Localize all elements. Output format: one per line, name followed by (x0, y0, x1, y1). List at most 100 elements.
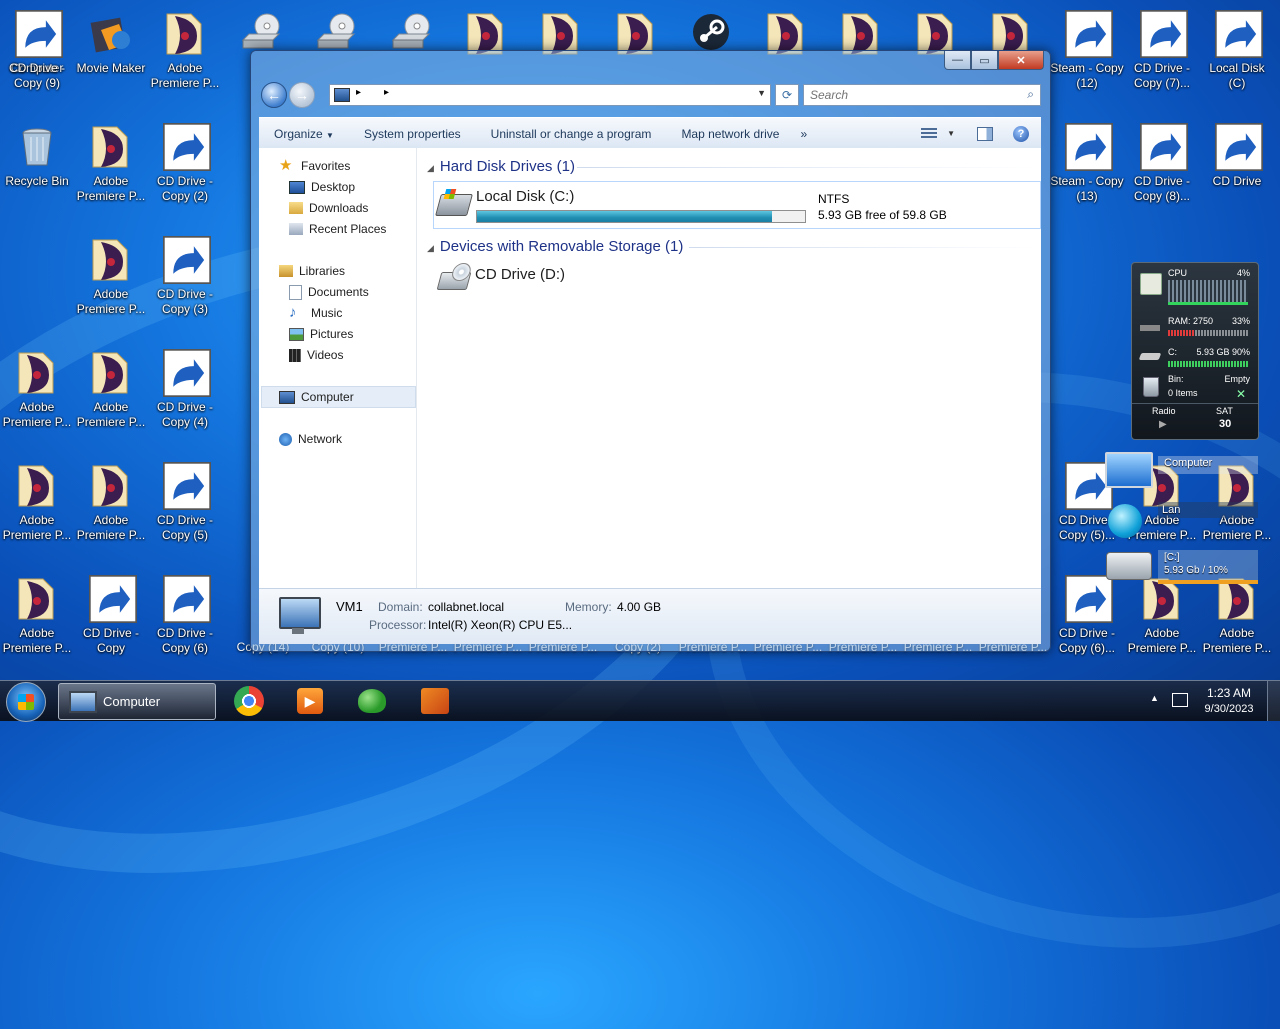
back-button[interactable]: ← (261, 82, 287, 108)
group-header-removable[interactable]: ◢ Devices with Removable Storage (1) (427, 238, 683, 255)
desktop-icon-premiere[interactable] (749, 4, 823, 55)
desktop-icon-steam[interactable]: Steam - Copy (12) (1050, 4, 1124, 104)
mini-lan-gadget[interactable]: Lan (1102, 500, 1260, 542)
desktop-icon-premiere[interactable]: Adobe Premiere P... (74, 117, 148, 217)
nav-libraries[interactable]: Libraries (279, 261, 345, 281)
desktop-icon-label: Adobe Premiere P... (76, 287, 146, 316)
cd-icon (1138, 10, 1188, 58)
desktop-icon-label: CD Drive - Copy (83, 626, 139, 655)
desktop-icon-cd[interactable]: CD Drive - Copy (74, 569, 148, 669)
minimize-button[interactable]: — (944, 51, 971, 70)
desktop-icon-movie[interactable]: Movie Maker (74, 4, 148, 104)
desktop-icon-premiere[interactable] (599, 4, 673, 55)
show-desktop-button[interactable] (1267, 681, 1280, 721)
empty-bin-icon[interactable]: ✕ (1236, 387, 1246, 401)
desktop-icon-cd[interactable]: CD Drive - Copy (2) (148, 117, 222, 217)
desktop-icon-cd[interactable]: CD Drive (1200, 117, 1274, 217)
nav-label: Desktop (311, 180, 356, 194)
desktop-icon-premiere[interactable]: Adobe Premiere P... (74, 230, 148, 330)
search-input[interactable] (804, 85, 1012, 105)
desktop-icon-label: Movie Maker (76, 61, 146, 75)
taskbar-item-computer[interactable]: Computer (58, 683, 216, 720)
desktop-icon-premiere[interactable]: Adobe Premiere P... (0, 569, 74, 669)
clock-date[interactable]: 9/30/2023 (1196, 703, 1262, 715)
more-commands-button[interactable]: » (794, 127, 813, 141)
desktop-icon-premiere[interactable]: Adobe Premiere P... (0, 343, 74, 443)
desktop-icon-premiere[interactable]: Adobe Premiere P... (148, 4, 222, 104)
map-network-drive-button[interactable]: Map network drive (666, 127, 794, 141)
desktop-icon-cd[interactable] (299, 4, 373, 54)
help-icon[interactable]: ? (1013, 125, 1029, 142)
organize-button[interactable]: Organize ▼ (259, 127, 349, 141)
desktop-icon-premiere[interactable] (974, 4, 1048, 55)
breadcrumb-separator[interactable]: ▸ (356, 87, 361, 98)
desktop-icon-cd[interactable]: CD Drive - Copy (5) (148, 456, 222, 556)
drive-d-tile[interactable]: CD Drive (D:) (433, 262, 633, 302)
breadcrumb-separator[interactable]: ▸ (384, 87, 389, 98)
nav-downloads[interactable]: Downloads (289, 198, 368, 218)
desktop-icon-cd[interactable]: CD Drive - Copy (8)... (1125, 117, 1199, 217)
system-monitor-gadget[interactable]: CPU 4% RAM: 2750 33% C: 5.93 GB 90% Bin:… (1131, 262, 1259, 440)
cpu-chip-icon (1140, 273, 1162, 295)
address-dropdown-icon[interactable]: ▼ (757, 88, 766, 98)
desktop-icon-cd[interactable] (374, 4, 448, 54)
nav-favorites[interactable]: ★ Favorites (279, 156, 350, 176)
nav-network[interactable]: Network (279, 429, 342, 449)
nav-documents[interactable]: Documents (289, 282, 369, 302)
uninstall-program-button[interactable]: Uninstall or change a program (476, 127, 667, 141)
desktop-icon-bin[interactable]: Recycle Bin (0, 117, 74, 217)
nav-videos[interactable]: Videos (289, 345, 343, 365)
desktop-icon-disk[interactable]: Local Disk (C) (1200, 4, 1274, 104)
view-options-icon[interactable] (921, 127, 938, 140)
desktop-icon-label: CD Drive (1212, 174, 1262, 188)
cd-icon (13, 10, 63, 58)
play-icon[interactable]: ▶ (1159, 419, 1167, 430)
desktop-icon-steam[interactable] (674, 4, 748, 54)
desktop-icon-cd[interactable]: CD Drive - Copy (7)... (1125, 4, 1199, 104)
address-bar[interactable]: ▸ ▸ ▼ (329, 84, 771, 106)
desktop-icon-label: Adobe Premiere P... (1127, 626, 1197, 655)
nav-pictures[interactable]: Pictures (289, 324, 353, 344)
network-tray-icon[interactable] (1172, 693, 1188, 707)
mini-computer-gadget[interactable]: Computer (1102, 450, 1260, 498)
maximize-button[interactable]: ▭ (971, 51, 998, 70)
clock-time[interactable]: 1:23 AM (1200, 686, 1258, 700)
desktop-icon-premiere[interactable] (824, 4, 898, 55)
taskbar-messenger[interactable] (345, 683, 399, 719)
search-box[interactable]: ⌕ (803, 84, 1041, 106)
desktop-icon-cd[interactable]: CD Drive - Copy (4) (148, 343, 222, 443)
taskbar-chrome[interactable] (222, 683, 276, 719)
forward-button[interactable]: → (289, 82, 315, 108)
start-button[interactable] (6, 682, 46, 722)
taskbar-movie-maker[interactable] (408, 683, 462, 719)
desktop-icon-cd[interactable] (224, 4, 298, 54)
desktop-icon-premiere[interactable] (524, 4, 598, 55)
desktop-icon-premiere[interactable]: Adobe Premiere P... (0, 456, 74, 556)
desktop-icon-cd[interactable]: CD Drive - Copy (6) (148, 569, 222, 669)
desktop-icon-cd[interactable]: CD Drive - Copy (3) (148, 230, 222, 330)
desktop-icon-premiere[interactable]: Adobe Premiere P... (74, 343, 148, 443)
drive-c-tile[interactable]: Local Disk (C:) NTFS 5.93 GB free of 59.… (433, 181, 1041, 229)
nav-desktop[interactable]: Desktop (289, 177, 355, 197)
preview-pane-icon[interactable] (977, 126, 993, 141)
close-button[interactable]: ✕ (998, 51, 1044, 70)
nav-music[interactable]: ♪ Music (289, 303, 342, 323)
desktop-icon-premiere[interactable] (449, 4, 523, 55)
desktop-icon-premiere[interactable]: Adobe Premiere P... (74, 456, 148, 556)
show-hidden-icons-button[interactable]: ▲ (1150, 693, 1159, 703)
refresh-button[interactable]: ⟳ (775, 84, 799, 106)
chevron-down-icon[interactable]: ▼ (947, 129, 955, 138)
desktop-icon-cd[interactable]: CD Drive - Copy (9) (0, 4, 74, 104)
desktop-icon-steam[interactable]: Steam - Copy (13) (1050, 117, 1124, 217)
mini-disk-gadget[interactable]: [C:] 5.93 Gb / 10% (1102, 546, 1260, 592)
desktop-icon-premiere[interactable] (899, 4, 973, 55)
hard-disk-icon (1106, 552, 1152, 580)
group-header-hard-disks[interactable]: ◢ Hard Disk Drives (1) (427, 158, 575, 175)
explorer-window[interactable]: — ▭ ✕ ← → ▸ ▸ ▼ ⟳ ⌕ Organize ▼ System pr… (250, 50, 1051, 652)
desktop-icon-label: Adobe Premiere P... (76, 174, 146, 203)
system-properties-button[interactable]: System properties (349, 127, 476, 141)
nav-recent-places[interactable]: Recent Places (289, 219, 386, 239)
nav-computer[interactable]: Computer (279, 387, 354, 407)
taskbar-media-player[interactable]: ▶ (283, 683, 337, 719)
desktop-icon-label: CD Drive - Copy (5) (157, 513, 213, 542)
